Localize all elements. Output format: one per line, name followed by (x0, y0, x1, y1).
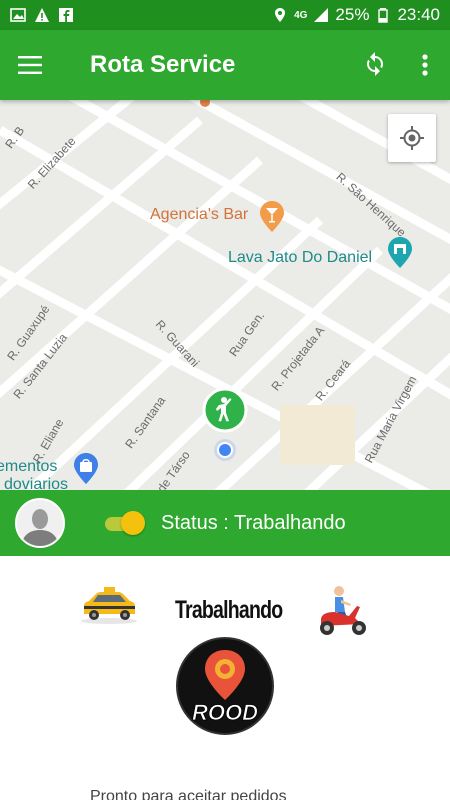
refresh-icon (367, 52, 383, 76)
image-notification-icon (10, 8, 26, 22)
avatar[interactable] (15, 498, 65, 548)
map-view[interactable]: R. B R. Elizabete R. São Henrique R. Gua… (0, 100, 450, 490)
app-logo: ROOD (175, 636, 275, 736)
shopping-icon (74, 453, 98, 484)
signal-icon (314, 8, 329, 22)
more-vert-icon (422, 54, 428, 76)
bottom-panel: Trabalhando ROOD Pronto para aceitar ped… (0, 556, 450, 800)
status-strip: Status : Trabalhando (0, 490, 450, 556)
logo-text: ROOD (192, 700, 258, 725)
store-icon (388, 237, 412, 268)
taxi-icon[interactable] (78, 586, 140, 624)
clock: 23:40 (397, 5, 440, 24)
poi-agencias-bar[interactable]: Agencia's Bar (150, 206, 248, 224)
user-avatar-icon (17, 500, 63, 546)
hamburger-icon (18, 56, 42, 74)
scooter-icon[interactable] (315, 584, 371, 640)
current-location-dot (214, 439, 236, 461)
poi-partial-label: ementos (0, 458, 58, 475)
app-toolbar: Rota Service (0, 30, 450, 100)
battery-percent: 25% (335, 5, 370, 24)
my-location-button[interactable] (388, 114, 436, 162)
battery-icon (378, 8, 389, 23)
work-state-label: Trabalhando (175, 596, 283, 624)
system-status-bar: 4G 25% 23:40 (0, 0, 450, 30)
menu-button[interactable] (0, 30, 60, 100)
facebook-icon (59, 8, 73, 22)
driver-marker-icon[interactable] (202, 387, 248, 433)
poi-lava-jato[interactable]: Lava Jato Do Daniel (228, 249, 372, 267)
ready-text: Pronto para aceitar pedidos (90, 788, 287, 800)
warning-icon (35, 8, 49, 22)
crosshair-icon (400, 126, 424, 150)
network-type-label: 4G (294, 9, 308, 21)
overflow-menu-button[interactable] (400, 30, 450, 100)
refresh-button[interactable] (350, 30, 400, 100)
work-status-toggle[interactable] (103, 511, 145, 535)
status-label: Status : Trabalhando (161, 511, 346, 534)
bar-icon (260, 201, 284, 232)
app-title: Rota Service (90, 51, 236, 78)
location-icon (275, 8, 286, 22)
poi-partial-label: doviarios (4, 476, 69, 490)
